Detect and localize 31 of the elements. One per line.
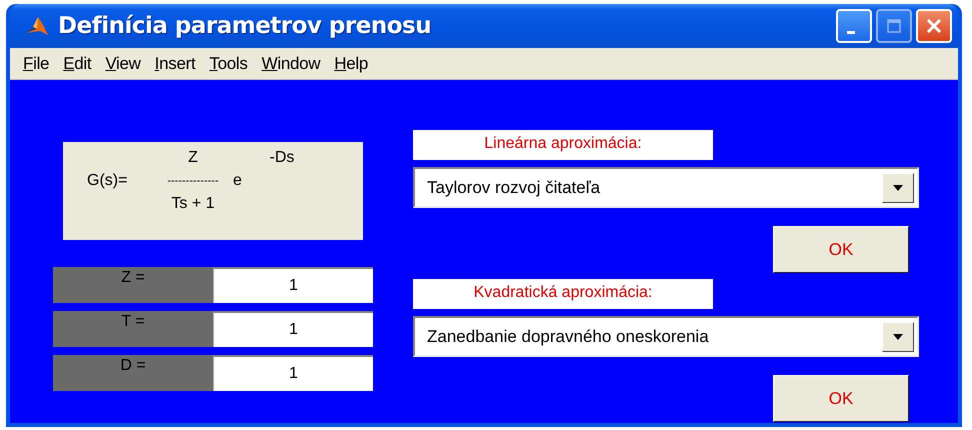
section-heading: Lineárna aproximácia: (413, 130, 713, 160)
numerator: Z (188, 149, 198, 167)
section-heading: Kvadratická aproximácia: (413, 279, 713, 309)
maximize-icon (886, 18, 902, 34)
menu-item[interactable]: Help (327, 54, 376, 74)
menu-item[interactable]: Edit (56, 54, 98, 74)
formula-lhs: G(s)= (87, 172, 128, 190)
minimize-icon (847, 30, 855, 34)
menu-item[interactable]: Tools (202, 54, 255, 74)
exponent: -Ds (270, 149, 294, 167)
menu-item[interactable]: Insert (148, 54, 202, 74)
fraction-dashes-text: -------------- (167, 175, 219, 187)
denominator: Ts + 1 (171, 195, 215, 213)
ok-button[interactable]: OK (773, 226, 909, 273)
exponential-base: e (233, 172, 243, 190)
parameter-label: T = (53, 311, 213, 347)
menu-item[interactable]: File (16, 54, 56, 74)
close-button[interactable] (916, 9, 952, 43)
dropdown[interactable]: Zanedbanie dopravného oneskorenia (413, 316, 919, 357)
parameter-input[interactable]: 1 (213, 267, 373, 303)
ok-button[interactable]: OK (773, 375, 909, 422)
parameter-label: D = (53, 355, 213, 391)
parameter-input[interactable]: 1 (213, 355, 373, 391)
parameter-label: Z = (53, 267, 213, 303)
menu-item[interactable]: Window (254, 54, 328, 74)
close-icon (925, 17, 943, 35)
minimize-button[interactable] (836, 9, 872, 43)
dropdown[interactable]: Taylorov rozvoj čitateľa (413, 167, 919, 208)
window-title: Definícia parametrov prenosu (58, 13, 432, 39)
parameter-input[interactable]: 1 (213, 311, 373, 347)
menu-item[interactable]: View (98, 54, 148, 74)
